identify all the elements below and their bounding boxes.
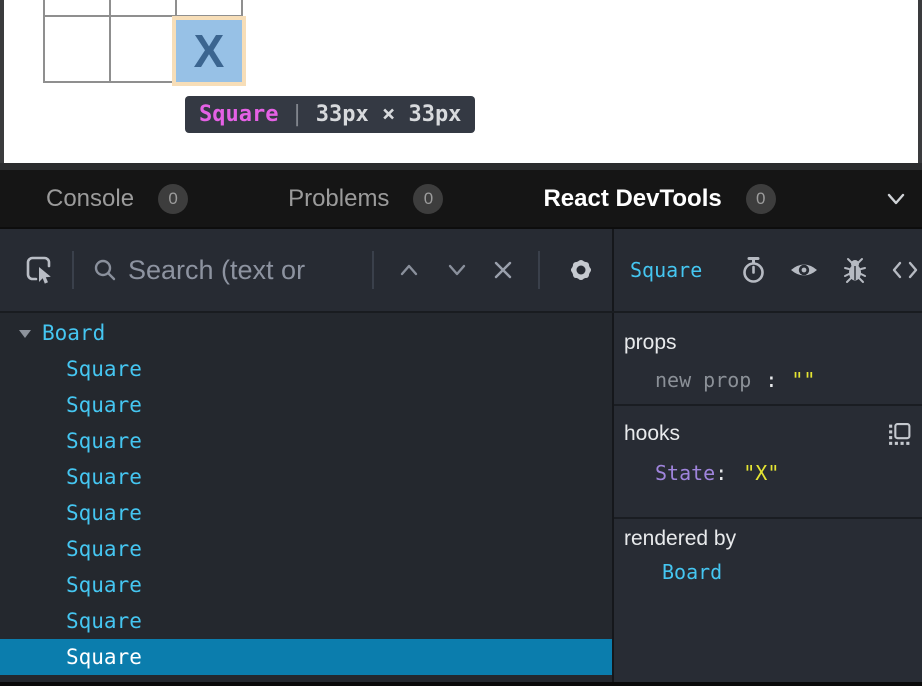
tree-node-square[interactable]: Square — [0, 495, 612, 531]
hook-separator: : — [715, 461, 727, 485]
tab-label: Problems — [288, 185, 389, 213]
component-tree: Board Square Square Square Square Square Squar… — [0, 313, 612, 682]
board-square[interactable] — [111, 17, 175, 81]
props-section: props new prop : "" — [614, 313, 922, 406]
tooltip-component-name: Square — [199, 102, 278, 127]
hook-name: State — [655, 461, 715, 485]
panel-resize-handle[interactable] — [0, 163, 922, 170]
tree-node-label: Square — [66, 573, 142, 597]
prop-value-input[interactable]: "" — [791, 368, 815, 392]
search-next-icon[interactable] — [444, 261, 470, 279]
rendered-by-owner-link[interactable]: Board — [614, 557, 922, 587]
tree-node-label: Square — [66, 501, 142, 525]
hook-row: State : "X" — [614, 458, 922, 488]
new-prop-input[interactable]: new prop — [655, 368, 751, 392]
search-icon — [92, 257, 118, 283]
tab-console[interactable]: Console 0 — [46, 184, 188, 214]
app-window: X Square | 33px × 33px Console 0 Problem… — [0, 0, 922, 686]
inspector-header: Square — [614, 229, 922, 311]
tree-node-square[interactable]: Square — [0, 423, 612, 459]
tree-node-label: Square — [66, 465, 142, 489]
tree-toolbar — [0, 229, 612, 311]
highlighted-square[interactable]: X — [176, 20, 242, 82]
hooks-section-title: hooks — [624, 420, 680, 448]
parse-hook-names-icon[interactable] — [887, 422, 912, 447]
prop-row: new prop : "" — [614, 365, 922, 395]
tree-node-square[interactable]: Square — [0, 351, 612, 387]
tab-problems[interactable]: Problems 0 — [288, 184, 443, 214]
toolbar-divider — [538, 251, 540, 289]
tooltip-dimensions: 33px × 33px — [316, 102, 462, 127]
tree-node-label: Board — [42, 321, 105, 345]
tree-node-board[interactable]: Board — [0, 315, 612, 351]
devtools-main: Board Square Square Square Square Square Squar… — [0, 313, 922, 682]
tree-node-label: Square — [66, 645, 142, 669]
tab-react-devtools[interactable]: React DevTools 0 — [543, 184, 775, 214]
rendered-by-section: rendered by Board — [614, 519, 922, 593]
bug-icon[interactable] — [843, 256, 867, 284]
tree-node-square[interactable]: Square — [0, 531, 612, 567]
inspect-highlight-overlay: X — [172, 16, 246, 86]
select-element-icon[interactable] — [24, 254, 56, 286]
tree-node-square[interactable]: Square — [0, 387, 612, 423]
tree-node-label: Square — [66, 537, 142, 561]
tab-label: Console — [46, 185, 134, 213]
tree-node-square[interactable]: Square — [0, 603, 612, 639]
eye-icon[interactable] — [789, 258, 819, 282]
search-prev-icon[interactable] — [396, 261, 422, 279]
tree-node-label: Square — [66, 429, 142, 453]
window-left-edge — [0, 0, 4, 163]
board-square[interactable] — [177, 0, 241, 15]
rendered-by-title: rendered by — [624, 525, 736, 553]
tree-node-label: Square — [66, 393, 142, 417]
tab-label: React DevTools — [543, 185, 721, 213]
page-viewport: X Square | 33px × 33px — [0, 0, 922, 163]
clear-search-icon[interactable] — [492, 259, 514, 281]
inspector-sidebar: props new prop : "" hooks — [614, 313, 922, 682]
devtools-tab-bar: Console 0 Problems 0 React DevTools 0 — [0, 170, 922, 227]
board-square[interactable] — [111, 0, 175, 15]
tree-node-label: Square — [66, 609, 142, 633]
tree-node-square[interactable]: Square — [0, 459, 612, 495]
toolbar-divider — [372, 251, 374, 289]
selected-component-name: Square — [630, 258, 702, 282]
square-value: X — [194, 24, 225, 78]
search-input[interactable] — [128, 255, 372, 286]
window-bottom-edge — [0, 682, 922, 686]
chevron-down-icon[interactable] — [884, 191, 908, 207]
board-square[interactable] — [45, 17, 109, 81]
count-badge: 0 — [746, 184, 776, 214]
profiler-timer-icon[interactable] — [740, 256, 767, 284]
count-badge: 0 — [413, 184, 443, 214]
count-badge: 0 — [158, 184, 188, 214]
tooltip-separator: | — [290, 102, 303, 127]
hook-value-input[interactable]: "X" — [743, 461, 779, 485]
tree-node-square[interactable]: Square — [0, 567, 612, 603]
tree-node-square[interactable]: Square — [0, 639, 612, 675]
view-source-code-icon[interactable] — [891, 259, 919, 281]
board-square[interactable] — [45, 0, 109, 15]
toolbar-divider — [72, 251, 74, 289]
expander-caret-icon[interactable] — [19, 330, 31, 338]
window-right-edge — [918, 0, 922, 163]
devtools-panel: Console 0 Problems 0 React DevTools 0 — [0, 163, 922, 686]
devtools-toolbar: Square — [0, 227, 922, 313]
tree-node-label: Square — [66, 357, 142, 381]
hooks-section: hooks — [614, 406, 922, 519]
prop-separator: : — [765, 368, 777, 392]
inspect-tooltip: Square | 33px × 33px — [185, 96, 475, 133]
gear-icon[interactable] — [566, 255, 596, 285]
props-section-title: props — [624, 329, 677, 357]
